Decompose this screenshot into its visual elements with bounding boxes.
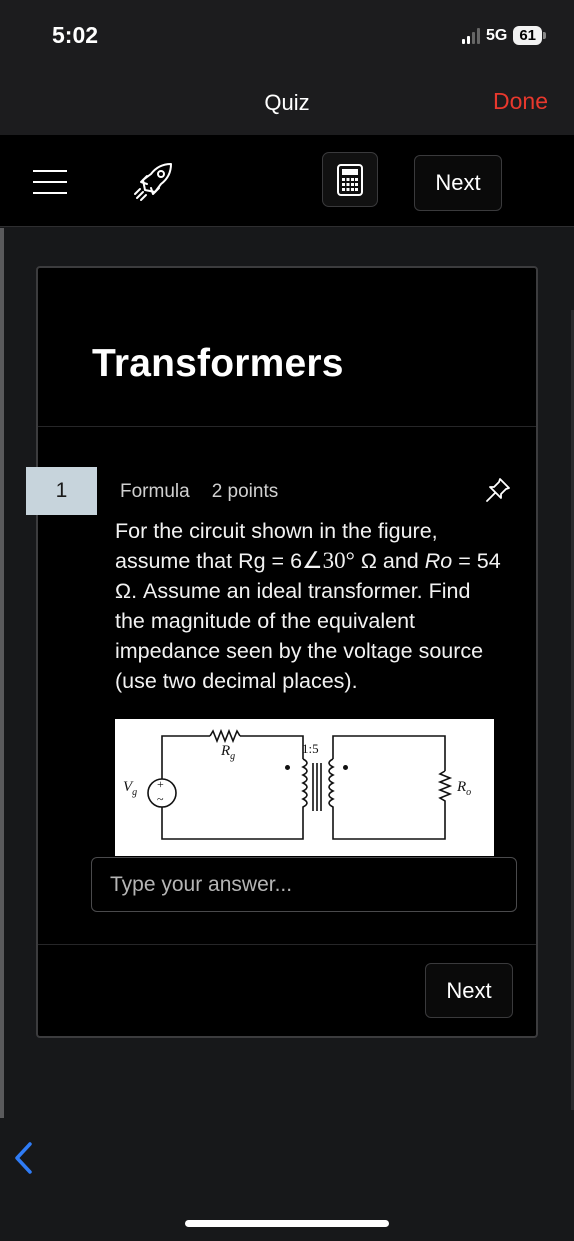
rg-label-sub: g — [230, 751, 236, 762]
status-indicators: 5G 61 — [461, 26, 546, 45]
ro-label-text: R — [457, 779, 467, 795]
home-indicator — [185, 1220, 389, 1227]
circuit-figure: + ~ Vg Rg 1:5 Ro — [115, 719, 494, 856]
question-ro: Ro — [424, 549, 453, 573]
answer-input[interactable] — [91, 857, 517, 912]
question-number-badge: 1 — [26, 467, 97, 515]
next-button-top[interactable]: Next — [414, 155, 502, 211]
calculator-icon — [337, 163, 363, 196]
rg-label-text: R — [221, 743, 231, 759]
circuit-diagram — [147, 728, 453, 840]
left-rail — [0, 228, 4, 1118]
back-chevron-icon[interactable] — [12, 1140, 34, 1176]
source-label: Vg — [123, 779, 137, 798]
done-button[interactable]: Done — [493, 88, 548, 115]
battery-level: 61 — [513, 26, 542, 45]
question-text-part: Ω and — [354, 549, 425, 573]
quiz-toolbar: Next — [0, 135, 574, 227]
question-type: Formula — [120, 481, 190, 502]
ro-label: Ro — [457, 779, 471, 798]
question-text: For the circuit shown in the figure, ass… — [115, 516, 505, 696]
turns-ratio-label: 1:5 — [302, 741, 319, 756]
signal-icon — [461, 27, 480, 44]
next-button-bottom[interactable]: Next — [425, 963, 513, 1018]
card-divider — [38, 944, 536, 945]
rocket-icon[interactable] — [133, 160, 175, 202]
battery-tip — [543, 32, 546, 39]
question-meta: Formula 2 points — [120, 481, 278, 503]
status-bar: 5:02 5G 61 — [0, 0, 574, 70]
network-type: 5G — [485, 26, 508, 44]
nav-header: Quiz Done — [0, 70, 574, 135]
source-label-text: V — [123, 779, 133, 795]
source-plus: + — [157, 777, 164, 791]
quiz-title: Transformers — [92, 342, 344, 385]
card-divider — [38, 426, 536, 427]
question-points: 2 points — [211, 481, 279, 502]
page-title: Quiz — [264, 90, 310, 115]
secondary-dot — [343, 765, 348, 770]
calculator-button[interactable] — [322, 152, 378, 207]
rg-label: Rg — [221, 743, 235, 762]
status-time: 5:02 — [52, 22, 99, 48]
pin-icon[interactable] — [484, 476, 512, 504]
source-tilde: ~ — [157, 792, 164, 806]
source-label-sub: g — [132, 787, 138, 798]
question-angle: ∠30° — [302, 548, 355, 573]
ro-label-sub: o — [466, 787, 472, 798]
hamburger-menu-icon[interactable] — [33, 170, 67, 194]
primary-dot — [285, 765, 290, 770]
